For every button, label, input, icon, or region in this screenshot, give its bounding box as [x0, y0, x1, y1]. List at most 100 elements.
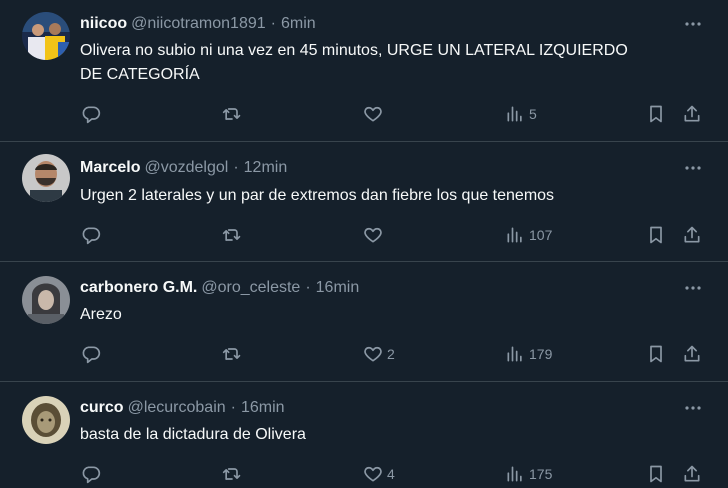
reply-icon — [82, 106, 101, 124]
views-button[interactable]: 5 — [505, 102, 537, 126]
retweet-button[interactable] — [221, 223, 247, 247]
more-icon — [685, 406, 701, 410]
views-button[interactable]: 107 — [505, 223, 552, 247]
retweet-button[interactable] — [221, 102, 247, 126]
separator-dot: · — [270, 15, 276, 32]
user-handle[interactable]: @oro_celeste — [201, 279, 300, 297]
bookmark-icon — [650, 226, 662, 244]
like-icon — [364, 466, 382, 482]
views-button[interactable]: 179 — [505, 342, 552, 366]
tweet-header: niicoo @niicotramon1891 · 6min — [80, 14, 316, 34]
avatar[interactable] — [22, 12, 70, 60]
view-count: 107 — [529, 227, 553, 243]
retweet-button[interactable] — [221, 462, 247, 486]
timestamp[interactable]: 6min — [281, 15, 316, 33]
separator-dot: · — [305, 279, 311, 296]
views-icon — [507, 346, 522, 362]
reply-icon — [82, 466, 101, 484]
retweet-icon — [222, 229, 241, 241]
tweet-actions: 2 179 — [0, 342, 728, 366]
view-count: 175 — [529, 466, 553, 482]
tweet-text-line: Arezo — [80, 306, 122, 323]
tweet-actions: 4 175 — [0, 462, 728, 486]
views-button[interactable]: 175 — [505, 462, 552, 486]
tweet-text-line: DE CATEGORÍA — [80, 66, 200, 83]
view-count: 179 — [529, 346, 553, 362]
more-options-button[interactable] — [682, 158, 704, 178]
timestamp[interactable]: 16min — [241, 399, 285, 417]
retweet-button[interactable] — [221, 342, 247, 366]
like-button[interactable]: 2 — [363, 342, 395, 366]
retweet-icon — [222, 108, 241, 120]
tweet-text-line: Urgen 2 laterales y un par de extremos d… — [80, 187, 555, 204]
reply-icon — [82, 346, 101, 364]
reply-button[interactable] — [81, 223, 105, 247]
tweet-text: Olivera no subio ni una vez en 45 minuto… — [80, 39, 700, 87]
avatar[interactable] — [22, 154, 70, 202]
tweet[interactable]: curco @lecurcobain · 16min basta de la d… — [0, 382, 728, 488]
share-icon — [684, 465, 700, 482]
share-icon — [684, 345, 700, 362]
display-name[interactable]: carbonero G.M. — [80, 279, 197, 297]
share-icon — [684, 105, 700, 122]
avatar[interactable] — [22, 276, 70, 324]
retweet-icon — [222, 468, 241, 480]
tweet[interactable]: niicoo @niicotramon1891 · 6min Olivera n… — [0, 0, 728, 142]
tweet-text-line: Olivera no subio ni una vez en 45 minuto… — [80, 42, 628, 59]
bookmark-button[interactable] — [646, 342, 666, 366]
bookmark-button[interactable] — [646, 102, 666, 126]
more-options-button[interactable] — [682, 14, 704, 34]
bookmark-icon — [650, 345, 662, 363]
tweet-text: Arezo — [80, 303, 700, 327]
like-icon — [364, 106, 382, 122]
display-name[interactable]: Marcelo — [80, 159, 140, 177]
more-options-button[interactable] — [682, 398, 704, 418]
tweet-text: Urgen 2 laterales y un par de extremos d… — [80, 184, 700, 208]
bookmark-button[interactable] — [646, 462, 666, 486]
display-name[interactable]: curco — [80, 399, 124, 417]
like-count: 2 — [387, 346, 395, 362]
like-icon — [364, 346, 382, 362]
tweet[interactable]: Marcelo @vozdelgol · 12min Urgen 2 later… — [0, 142, 728, 262]
like-count: 4 — [387, 466, 395, 482]
share-icon — [684, 226, 700, 243]
timeline-feed: niicoo @niicotramon1891 · 6min Olivera n… — [0, 0, 728, 488]
separator-dot: · — [230, 399, 236, 416]
tweet[interactable]: carbonero G.M. @oro_celeste · 16min Arez… — [0, 262, 728, 382]
more-icon — [685, 286, 701, 290]
timestamp[interactable]: 12min — [244, 159, 288, 177]
user-handle[interactable]: @vozdelgol — [144, 159, 228, 177]
share-button[interactable] — [682, 342, 702, 366]
tweet-actions: 5 — [0, 102, 728, 126]
separator-dot: · — [233, 159, 239, 176]
like-button[interactable] — [363, 223, 387, 247]
bookmark-button[interactable] — [646, 223, 666, 247]
more-options-button[interactable] — [682, 278, 704, 298]
user-handle[interactable]: @lecurcobain — [128, 399, 226, 417]
like-button[interactable] — [363, 102, 387, 126]
more-icon — [685, 22, 701, 26]
tweet-header: curco @lecurcobain · 16min — [80, 398, 285, 418]
reply-button[interactable] — [81, 102, 105, 126]
timestamp[interactable]: 16min — [316, 279, 360, 297]
share-button[interactable] — [682, 223, 702, 247]
reply-button[interactable] — [81, 342, 105, 366]
more-icon — [685, 166, 701, 170]
view-count: 5 — [529, 106, 537, 122]
tweet-header: Marcelo @vozdelgol · 12min — [80, 158, 287, 178]
tweet-header: carbonero G.M. @oro_celeste · 16min — [80, 278, 359, 298]
like-button[interactable]: 4 — [363, 462, 395, 486]
retweet-icon — [222, 348, 241, 360]
reply-button[interactable] — [81, 462, 105, 486]
views-icon — [507, 106, 522, 122]
display-name[interactable]: niicoo — [80, 15, 127, 33]
user-handle[interactable]: @niicotramon1891 — [131, 15, 266, 33]
tweet-actions: 107 — [0, 223, 728, 247]
share-button[interactable] — [682, 462, 702, 486]
like-icon — [364, 227, 382, 243]
tweet-text-line: basta de la dictadura de Olivera — [80, 426, 306, 443]
views-icon — [507, 227, 522, 243]
share-button[interactable] — [682, 102, 702, 126]
avatar[interactable] — [22, 396, 70, 444]
tweet-text: basta de la dictadura de Olivera — [80, 423, 700, 447]
